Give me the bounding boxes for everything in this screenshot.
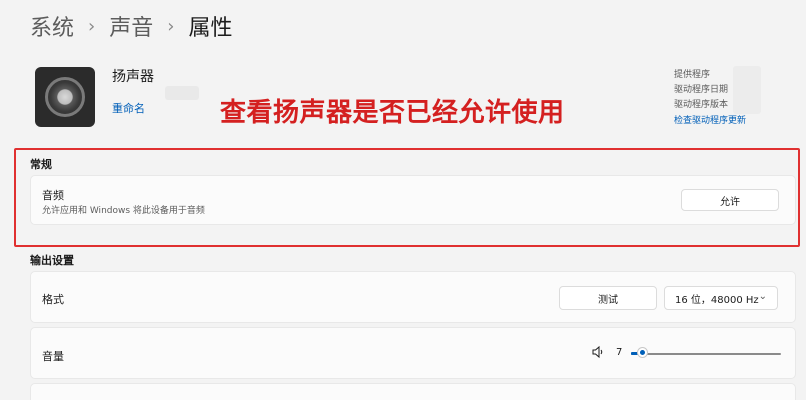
check-driver-update-link[interactable]: 检查驱动程序更新 — [674, 114, 746, 129]
chevron-down-icon: ⌄ — [758, 291, 767, 302]
test-button[interactable]: 测试 — [559, 286, 657, 310]
driver-values-redacted — [733, 66, 761, 114]
breadcrumb-item-system[interactable]: 系统 — [30, 10, 74, 42]
volume-slider-thumb[interactable] — [638, 348, 647, 357]
device-name: 扬声器 — [112, 69, 154, 85]
volume-speaker-icon[interactable] — [591, 344, 607, 360]
breadcrumb: 系统 › 声音 › 属性 — [30, 10, 232, 42]
volume-value: 7 — [616, 347, 623, 358]
page-title: 属性 — [188, 16, 233, 41]
breadcrumb-item-sound[interactable]: 声音 — [109, 10, 153, 42]
next-setting-card — [30, 383, 796, 400]
speaker-cone — [45, 77, 85, 117]
annotation-highlight-box — [14, 148, 800, 247]
section-title-output: 输出设置 — [30, 254, 74, 267]
format-card: 格式 测试 16 位，48000 Hz ⌄ — [30, 271, 796, 323]
format-dropdown[interactable]: 16 位，48000 Hz ⌄ — [664, 286, 778, 310]
chevron-right-icon: › — [167, 15, 175, 37]
volume-slider-track[interactable] — [631, 353, 781, 355]
rename-link[interactable]: 重命名 — [112, 100, 145, 116]
speaker-icon — [35, 67, 95, 127]
chevron-right-icon: › — [88, 15, 96, 37]
device-name-redacted — [165, 86, 199, 100]
format-label: 格式 — [42, 293, 64, 306]
volume-label: 音量 — [42, 350, 64, 363]
annotation-text: 查看扬声器是否已经允许使用 — [220, 98, 565, 128]
format-dropdown-value: 16 位，48000 Hz — [675, 294, 759, 306]
volume-card: 音量 7 — [30, 327, 796, 379]
